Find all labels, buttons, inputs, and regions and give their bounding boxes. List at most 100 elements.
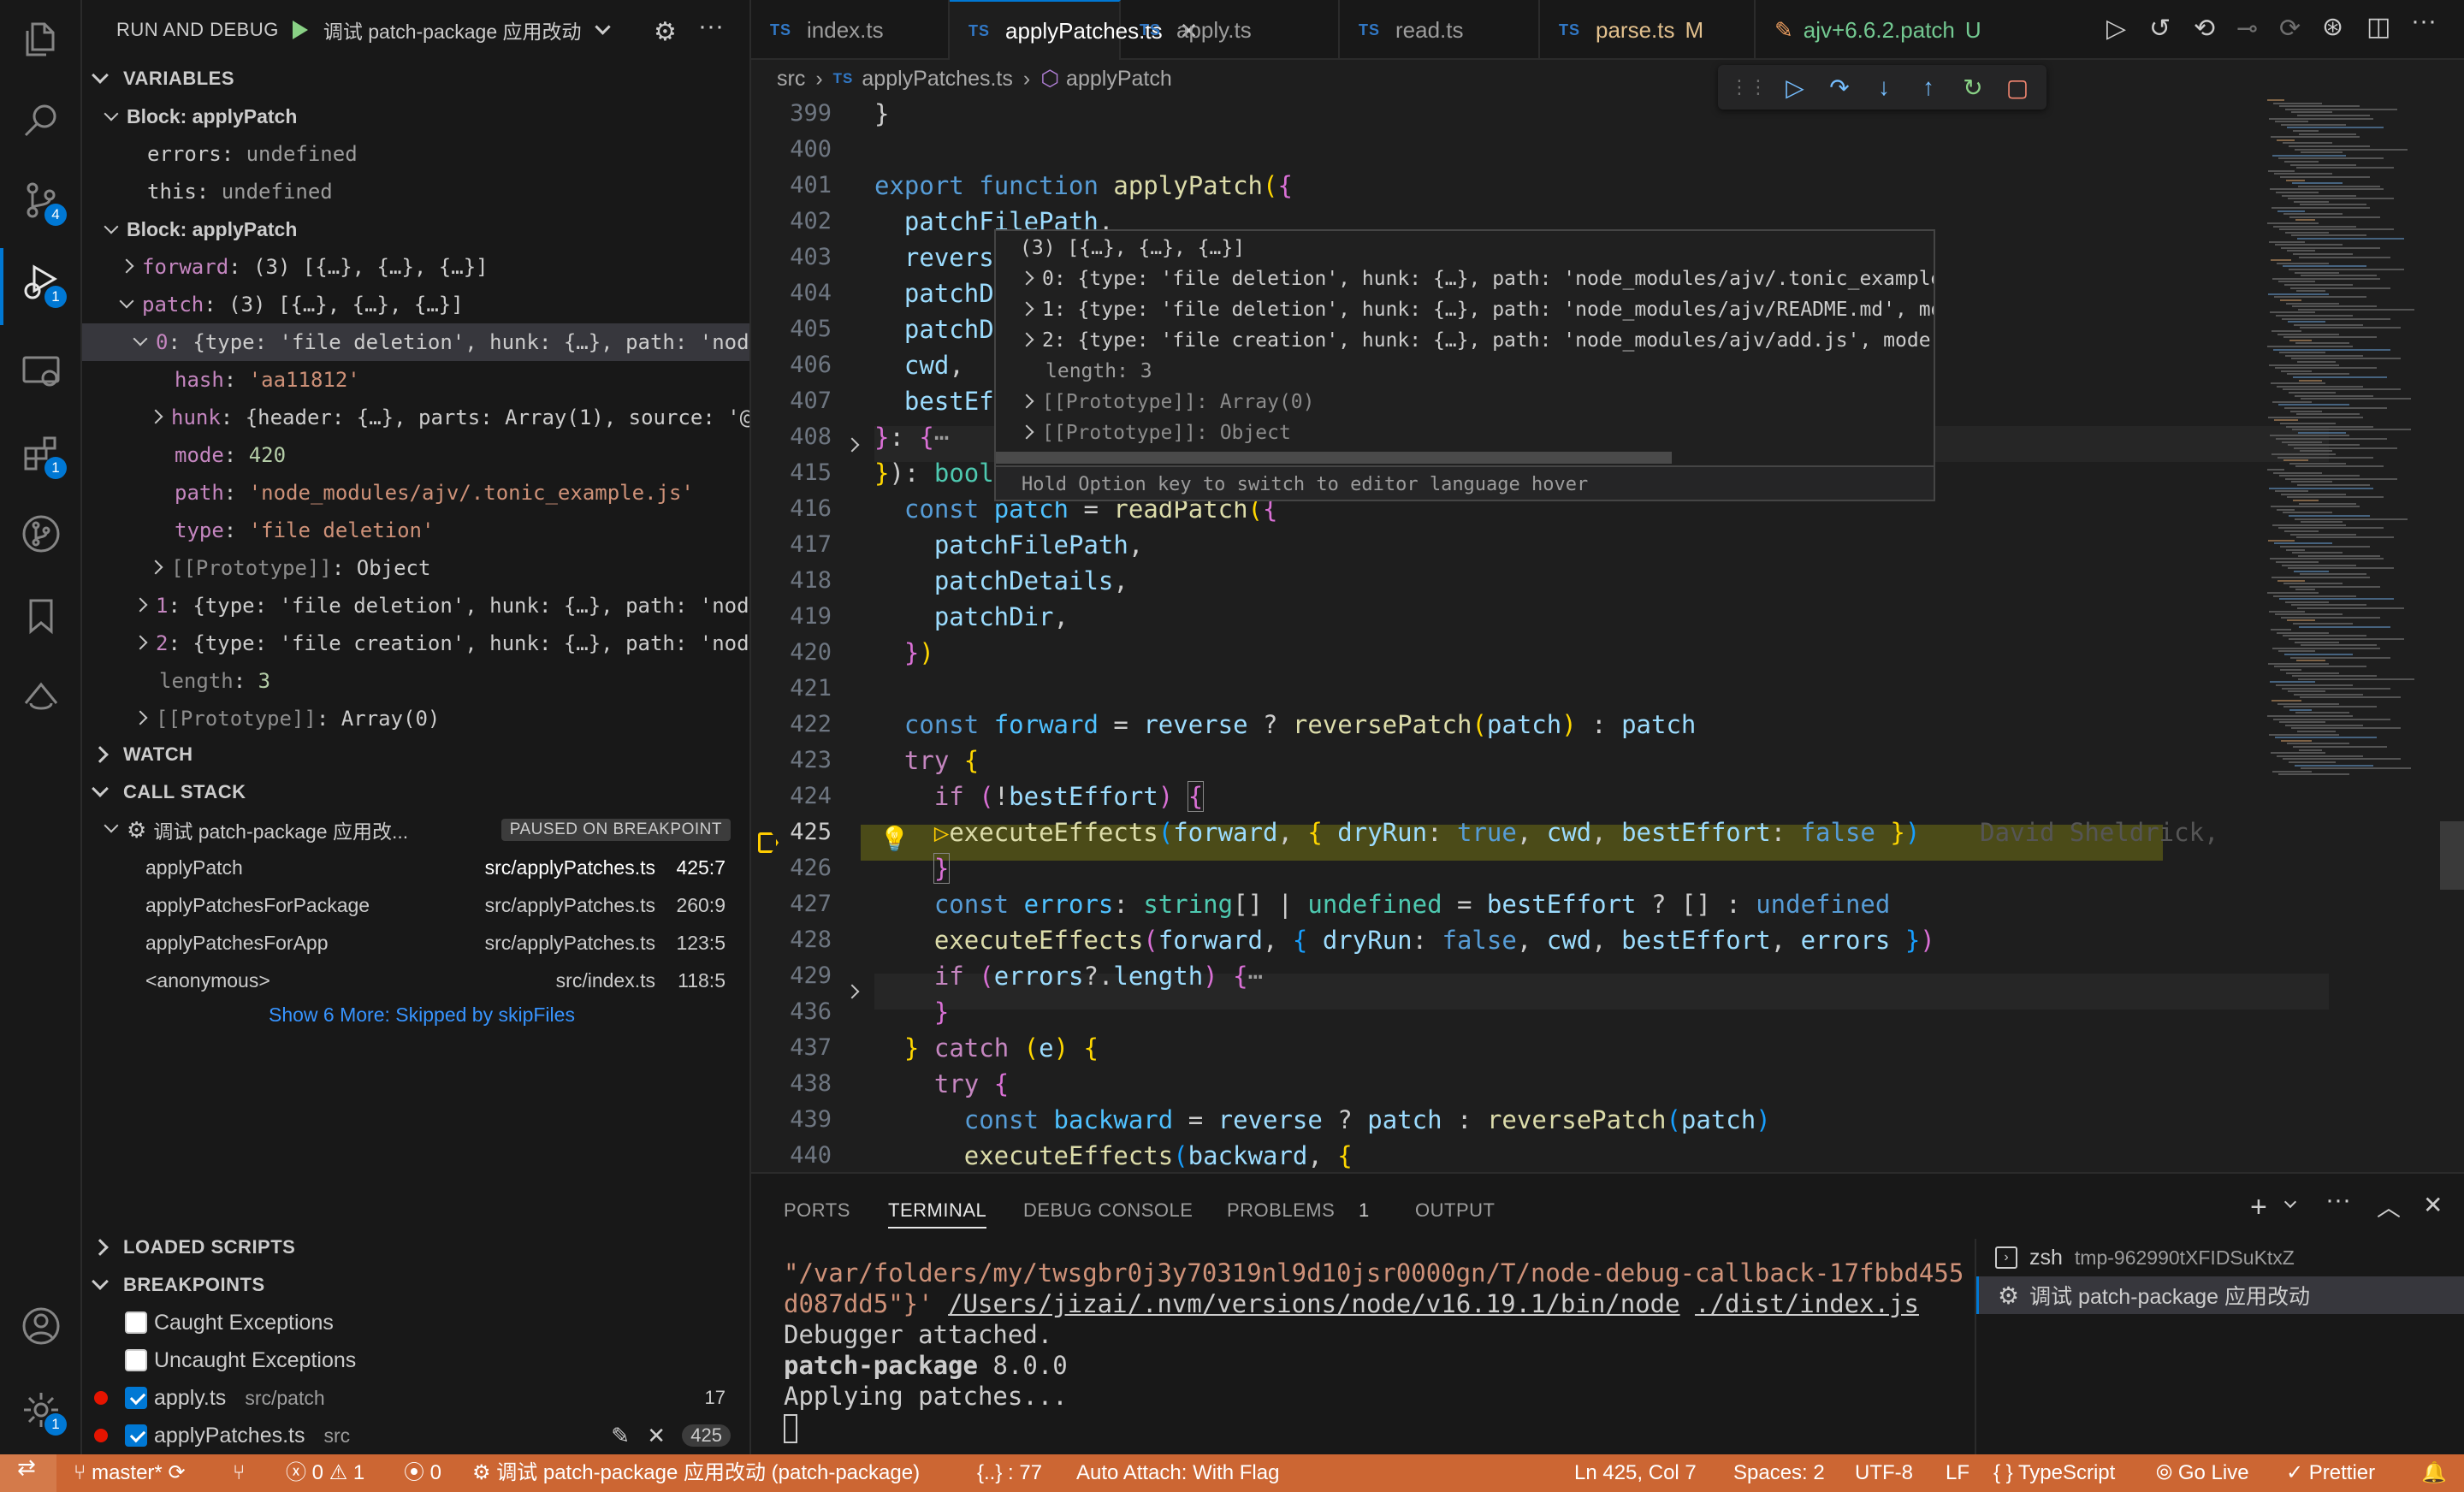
chevron-down-icon[interactable]: [2283, 1195, 2297, 1209]
terminal-item-zsh[interactable]: › zsh tmp-962990tXFIDSuKtxZ: [1976, 1239, 2464, 1276]
variable-row[interactable]: this: undefined: [82, 173, 749, 210]
line-number[interactable]: 416: [751, 491, 832, 527]
explorer-icon[interactable]: [21, 19, 62, 60]
variable-row[interactable]: length: 3: [82, 662, 749, 700]
line-number[interactable]: 428: [751, 922, 832, 958]
variable-row[interactable]: [[Prototype]]: Object: [82, 549, 749, 587]
line-number[interactable]: 418: [751, 563, 832, 599]
go-back-icon[interactable]: ⟲: [2194, 14, 2215, 44]
tab-index-ts[interactable]: TS index.ts: [751, 0, 950, 60]
ports-indicator[interactable]: ⦿ 0: [404, 1454, 441, 1492]
stop-icon[interactable]: ▢: [1995, 68, 2040, 106]
tab-apply-ts[interactable]: TS apply.ts: [1121, 0, 1340, 60]
variable-row[interactable]: 2: {type: 'file creation', hunk: {…}, pa…: [82, 625, 749, 662]
line-number[interactable]: 427: [751, 886, 832, 922]
indentation[interactable]: Spaces: 2: [1733, 1454, 1825, 1492]
uncaught-exceptions-checkbox[interactable]: [125, 1349, 147, 1371]
step-out-icon[interactable]: ↑: [1906, 68, 1951, 106]
branch-indicator[interactable]: ⑂ master* ⟳: [74, 1454, 186, 1492]
gear-icon[interactable]: ⚙: [654, 17, 677, 47]
line-number[interactable]: 437: [751, 1030, 832, 1066]
split-editor-icon[interactable]: ◫: [2366, 12, 2390, 42]
caught-exceptions-row[interactable]: Caught Exceptions: [82, 1304, 749, 1341]
variable-row[interactable]: patch: (3) [{…}, {…}, {…}]: [82, 286, 749, 323]
scope-block[interactable]: Block: applyPatch: [82, 210, 749, 248]
tab-debug-console[interactable]: DEBUG CONSOLE: [1023, 1199, 1193, 1222]
variable-row[interactable]: hunk: {header: {…}, parts: Array(1), sou…: [82, 399, 749, 436]
folded-region-icon[interactable]: [844, 984, 860, 999]
variable-row[interactable]: path: 'node_modules/ajv/.tonic_example.j…: [82, 474, 749, 512]
uncaught-exceptions-row[interactable]: Uncaught Exceptions: [82, 1341, 749, 1379]
hover-item[interactable]: 0: {type: 'file deletion', hunk: {…}, pa…: [1019, 263, 1934, 294]
hover-item[interactable]: [[Prototype]]: Array(0): [1019, 387, 1315, 417]
variable-row[interactable]: type: 'file deletion': [82, 512, 749, 549]
remove-breakpoint-icon[interactable]: ✕: [647, 1423, 666, 1449]
line-number[interactable]: 406: [751, 347, 832, 383]
source-control-icon[interactable]: 4: [21, 180, 67, 226]
step-into-icon[interactable]: ↓: [1862, 68, 1906, 106]
tab-applypatches-ts[interactable]: TS applyPatches.ts ✕: [950, 0, 1198, 60]
symbol-indicator[interactable]: {..} : 77: [977, 1454, 1042, 1492]
tab-parse-ts[interactable]: TS parse.ts M: [1540, 0, 1756, 60]
breakpoints-section-header[interactable]: BREAKPOINTS: [82, 1266, 749, 1304]
line-number[interactable]: 405: [751, 311, 832, 347]
line-number[interactable]: 415: [751, 455, 832, 491]
hover-item[interactable]: [[Prototype]]: Object: [1019, 417, 1291, 448]
stack-frame[interactable]: applyPatchesForApp src/applyPatches.ts 1…: [82, 924, 749, 962]
variable-row[interactable]: forward: (3) [{…}, {…}, {…}]: [82, 248, 749, 286]
git-graph-icon[interactable]: [21, 513, 62, 554]
tab-terminal[interactable]: TERMINAL: [888, 1199, 987, 1229]
stack-frame[interactable]: applyPatch src/applyPatches.ts 425:7: [82, 849, 749, 886]
open-changes-icon[interactable]: ⊛: [2322, 12, 2343, 42]
notifications-icon[interactable]: 🔔: [2421, 1454, 2447, 1492]
line-number[interactable]: 426: [751, 850, 832, 886]
remote-indicator[interactable]: ⇄: [0, 1454, 56, 1492]
terminal-link[interactable]: /Users/jizai/.nvm/versions/node/v16.19.1…: [948, 1289, 1680, 1318]
more-actions-icon[interactable]: ···: [2411, 7, 2437, 36]
history-icon[interactable]: ↺: [2149, 14, 2171, 44]
breakpoint-checkbox[interactable]: [125, 1387, 147, 1409]
line-number[interactable]: 407: [751, 383, 832, 419]
more-actions-icon[interactable]: ···: [2325, 1186, 2351, 1215]
new-terminal-icon[interactable]: +: [2250, 1191, 2267, 1224]
restart-icon[interactable]: ↻: [1951, 68, 1995, 106]
tab-output[interactable]: OUTPUT: [1415, 1199, 1495, 1222]
sync-icon[interactable]: ⟳: [168, 1461, 185, 1484]
variable-row[interactable]: errors: undefined: [82, 135, 749, 173]
line-number[interactable]: 419: [751, 599, 832, 635]
launch-config-select[interactable]: 调试 patch-package 应用改动: [292, 15, 611, 44]
tab-ports[interactable]: PORTS: [784, 1199, 850, 1222]
line-number[interactable]: 408: [751, 419, 832, 455]
continue-icon[interactable]: ▷: [1773, 68, 1817, 106]
hover-scrollbar[interactable]: [996, 452, 1672, 464]
line-number[interactable]: 403: [751, 240, 832, 275]
breakpoint-row[interactable]: apply.ts src/patch 17: [82, 1379, 749, 1417]
line-number[interactable]: 436: [751, 994, 832, 1030]
minimap[interactable]: [2267, 96, 2438, 780]
line-number[interactable]: 402: [751, 204, 832, 240]
line-number[interactable]: 400: [751, 132, 832, 168]
extensions-icon[interactable]: 1: [21, 433, 67, 479]
debug-session-status[interactable]: ⚙ 调试 patch-package 应用改动 (patch-package): [472, 1454, 920, 1492]
loaded-scripts-section-header[interactable]: LOADED SCRIPTS: [82, 1229, 749, 1266]
editor-scrollbar-thumb[interactable]: [2440, 821, 2464, 890]
terminal-link[interactable]: ./dist/index.js: [1695, 1289, 1919, 1318]
run-file-icon[interactable]: ▷: [2106, 14, 2126, 44]
problems-indicator[interactable]: ⓧ 0 ⚠ 1: [286, 1454, 364, 1492]
breadcrumb-file[interactable]: applyPatches.ts: [862, 67, 1013, 92]
account-icon[interactable]: [21, 1306, 62, 1347]
line-number[interactable]: 439: [751, 1102, 832, 1138]
caught-exceptions-checkbox[interactable]: [125, 1311, 147, 1334]
settings-gear-icon[interactable]: 1: [21, 1389, 67, 1436]
breakpoint-row[interactable]: applyPatches.ts src ✎ ✕ 425: [82, 1417, 749, 1454]
line-number[interactable]: 422: [751, 707, 832, 743]
debug-session[interactable]: ⚙ 调试 patch-package 应用改... PAUSED ON BREA…: [82, 811, 749, 849]
line-number[interactable]: 417: [751, 527, 832, 563]
remote-explorer-icon[interactable]: [21, 351, 62, 392]
git-graph-status-icon[interactable]: ⑂: [233, 1454, 245, 1492]
hover-item[interactable]: 2: {type: 'file creation', hunk: {…}, pa…: [1019, 325, 1934, 356]
drag-handle-icon[interactable]: ⋮⋮: [1730, 76, 1768, 98]
variable-row[interactable]: mode: 420: [82, 436, 749, 474]
line-number[interactable]: 429: [751, 958, 832, 994]
more-actions-icon[interactable]: ···: [698, 12, 724, 41]
